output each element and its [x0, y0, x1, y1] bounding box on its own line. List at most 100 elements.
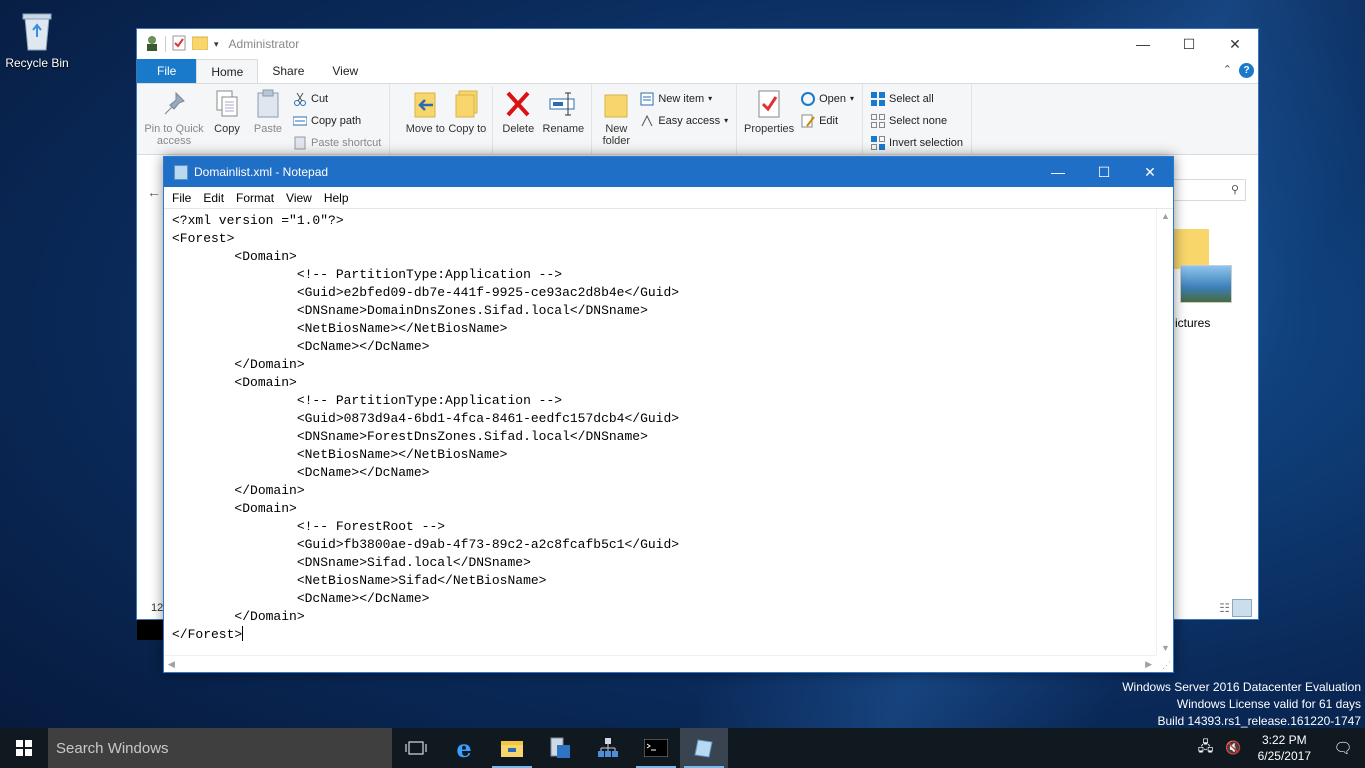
notepad-maximize-button[interactable]: ☐	[1081, 157, 1127, 187]
notepad-text[interactable]: <?xml version ="1.0"?> <Forest> <Domain> …	[172, 212, 1153, 654]
start-button[interactable]	[0, 728, 48, 768]
notepad-minimize-button[interactable]: —	[1035, 157, 1081, 187]
large-icons-view-icon[interactable]	[1232, 599, 1252, 617]
recycle-bin-shortcut[interactable]: Recycle Bin	[4, 8, 70, 70]
text-line[interactable]: </Domain>	[172, 356, 1153, 374]
explorer-title-bar[interactable]: ▾ Administrator — ☐ ✕	[137, 29, 1258, 59]
move-to-button[interactable]: Move to	[404, 86, 446, 154]
text-line[interactable]: <NetBiosName>Sifad</NetBiosName>	[172, 572, 1153, 590]
new-folder-button[interactable]: New folder	[596, 86, 636, 154]
scroll-down-icon[interactable]: ▼	[1161, 643, 1170, 653]
tab-view[interactable]: View	[318, 59, 372, 83]
text-line[interactable]: <NetBiosName></NetBiosName>	[172, 446, 1153, 464]
text-line[interactable]: </Forest>	[172, 626, 1153, 644]
tab-file[interactable]: File	[137, 59, 197, 83]
edit-button[interactable]: Edit	[801, 112, 854, 129]
help-icon[interactable]: ?	[1239, 63, 1254, 78]
rename-button[interactable]: Rename	[539, 86, 587, 154]
action-center-icon[interactable]: 🗨	[1321, 739, 1365, 757]
folder-thumbnail[interactable]	[1173, 229, 1209, 269]
notepad-window[interactable]: Domainlist.xml - Notepad — ☐ ✕ File Edit…	[163, 156, 1174, 673]
text-line[interactable]: <Guid>e2bfed09-db7e-441f-9925-ce93ac2d8b…	[172, 284, 1153, 302]
new-item-button[interactable]: New item ▾	[640, 90, 728, 107]
text-line[interactable]: <DNSname>ForestDnsZones.Sifad.local</DNS…	[172, 428, 1153, 446]
scroll-left-icon[interactable]: ◀	[168, 659, 175, 670]
text-line[interactable]: <Domain>	[172, 248, 1153, 266]
text-line[interactable]: <?xml version ="1.0"?>	[172, 212, 1153, 230]
notepad-close-button[interactable]: ✕	[1127, 157, 1173, 187]
task-view-button[interactable]	[392, 728, 440, 768]
text-line[interactable]: <!-- ForestRoot -->	[172, 518, 1153, 536]
delete-button[interactable]: Delete	[497, 86, 539, 154]
taskbar-search-box[interactable]: Search Windows	[48, 728, 392, 768]
text-line[interactable]: <DcName></DcName>	[172, 338, 1153, 356]
explorer-maximize-button[interactable]: ☐	[1166, 29, 1212, 59]
text-line[interactable]: </Domain>	[172, 482, 1153, 500]
organize-group: Move to Copy to Delete Rename	[400, 84, 593, 154]
explorer-close-button[interactable]: ✕	[1212, 29, 1258, 59]
ribbon-collapse-icon[interactable]: ⌃	[1223, 63, 1232, 76]
text-line[interactable]: <NetBiosName></NetBiosName>	[172, 320, 1153, 338]
vertical-scrollbar[interactable]: ▲ ▼	[1156, 209, 1173, 655]
new-folder-label: New folder	[602, 123, 631, 147]
resize-grip-icon[interactable]: ⋰	[1162, 660, 1171, 671]
notepad-edit-area[interactable]: <?xml version ="1.0"?> <Forest> <Domain> …	[164, 209, 1173, 672]
text-line[interactable]: <!-- PartitionType:Application -->	[172, 266, 1153, 284]
text-line[interactable]: <Domain>	[172, 374, 1153, 392]
explorer-minimize-button[interactable]: —	[1120, 29, 1166, 59]
copy-button[interactable]: Copy	[207, 86, 247, 154]
properties-button[interactable]: Properties	[741, 86, 797, 154]
text-line[interactable]: <Domain>	[172, 500, 1153, 518]
taskbar-network-app[interactable]	[584, 728, 632, 768]
new-group: New folder New item ▾ Easy access ▾	[592, 84, 738, 154]
pictures-folder-label[interactable]: ictures	[1175, 316, 1210, 330]
menu-edit[interactable]: Edit	[197, 191, 230, 205]
text-line[interactable]: <Forest>	[172, 230, 1153, 248]
scroll-right-icon[interactable]: ▶	[1145, 659, 1152, 670]
new-folder-qa-icon[interactable]	[191, 36, 209, 53]
text-line[interactable]: <Guid>fb3800ae-d9ab-4f73-89c2-a2c8fcafb5…	[172, 536, 1153, 554]
back-arrow-icon[interactable]: ←	[147, 184, 161, 200]
customize-dropdown-icon[interactable]: ▾	[214, 39, 219, 50]
copy-path-button[interactable]: Copy path	[292, 112, 381, 129]
taskbar-file-explorer[interactable]	[488, 728, 536, 768]
volume-muted-icon[interactable]: 🔇	[1219, 740, 1247, 756]
details-view-icon[interactable]: ☷	[1219, 601, 1230, 615]
menu-view[interactable]: View	[280, 191, 318, 205]
text-line[interactable]: <DcName></DcName>	[172, 590, 1153, 608]
network-icon[interactable]: 🖧	[1192, 736, 1220, 760]
text-line[interactable]: <!-- PartitionType:Application -->	[172, 392, 1153, 410]
scroll-up-icon[interactable]: ▲	[1161, 211, 1170, 221]
select-all-button[interactable]: Select all	[871, 90, 963, 107]
select-none-button[interactable]: Select none	[871, 112, 963, 129]
taskbar-ie[interactable]: e	[440, 728, 488, 768]
easy-access-button[interactable]: Easy access ▾	[640, 112, 728, 129]
menu-help[interactable]: Help	[318, 191, 355, 205]
copy-to-button[interactable]: Copy to	[446, 86, 488, 154]
select-none-label: Select none	[889, 114, 948, 127]
paste-shortcut-button[interactable]: Paste shortcut	[293, 134, 381, 151]
select-all-icon	[871, 91, 886, 106]
invert-selection-button[interactable]: Invert selection	[871, 134, 963, 151]
notepad-title-bar[interactable]: Domainlist.xml - Notepad — ☐ ✕	[164, 157, 1173, 187]
paste-button[interactable]: Paste	[247, 86, 289, 154]
text-line[interactable]: <DcName></DcName>	[172, 464, 1153, 482]
properties-check-icon[interactable]	[172, 35, 186, 54]
text-line[interactable]: <Guid>0873d9a4-6bd1-4fca-8461-eedfc157dc…	[172, 410, 1153, 428]
pin-to-quick-access-button[interactable]: Pin to Quick access	[141, 86, 207, 154]
tab-share[interactable]: Share	[258, 59, 318, 83]
tab-home[interactable]: Home	[196, 59, 259, 83]
menu-format[interactable]: Format	[230, 191, 280, 205]
clock[interactable]: 3:22 PM 6/25/2017	[1248, 732, 1321, 764]
text-line[interactable]: <DNSname>Sifad.local</DNSname>	[172, 554, 1153, 572]
open-button[interactable]: Open ▾	[801, 90, 854, 107]
taskbar-notepad[interactable]	[680, 728, 728, 768]
horizontal-scrollbar[interactable]: ◀ ▶	[164, 655, 1156, 672]
cut-button[interactable]: Cut	[293, 90, 381, 107]
pictures-thumbnail-icon[interactable]	[1180, 265, 1232, 303]
taskbar-server-manager[interactable]	[536, 728, 584, 768]
text-line[interactable]: <DNSname>DomainDnsZones.Sifad.local</DNS…	[172, 302, 1153, 320]
menu-file[interactable]: File	[166, 191, 197, 205]
text-line[interactable]: </Domain>	[172, 608, 1153, 626]
taskbar-command-prompt[interactable]	[632, 728, 680, 768]
